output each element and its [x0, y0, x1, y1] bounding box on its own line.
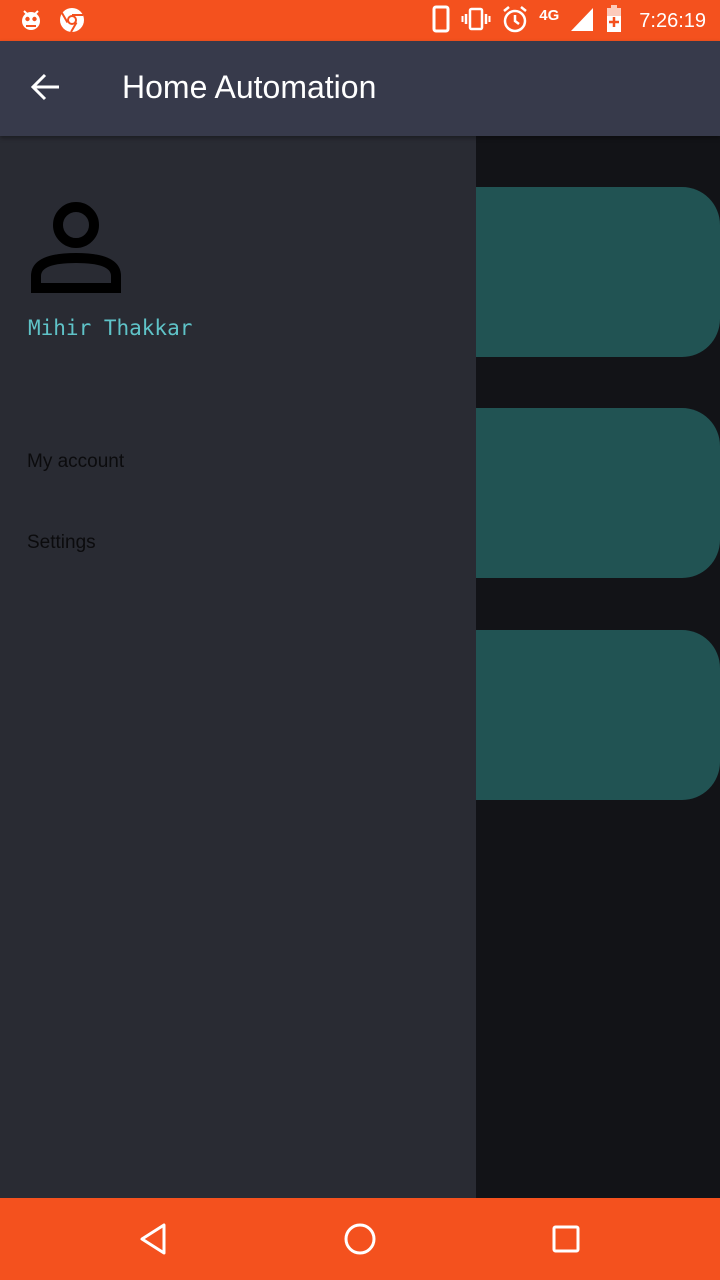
person-icon [28, 198, 126, 294]
drawer-item-label: Settings [27, 532, 96, 553]
status-left-icons [18, 5, 86, 40]
nav-recent-icon [546, 1225, 586, 1263]
nav-home-icon [340, 1223, 380, 1263]
drawer-item-my-account[interactable]: My account [0, 432, 476, 492]
drawer-item-settings[interactable]: Settings [0, 513, 476, 573]
network-type: 4G [539, 7, 560, 24]
back-button[interactable] [26, 67, 66, 107]
battery-charging-icon [605, 4, 623, 39]
app-bar: Home Automation [0, 41, 720, 136]
status-bar: 4G 7:26:19 [0, 0, 720, 41]
nav-back-button[interactable] [134, 1219, 174, 1259]
navigation-drawer: Mihir Thakkar My account Settings [0, 136, 476, 1198]
phone-icon [431, 4, 451, 39]
nav-back-icon [134, 1223, 174, 1263]
signal-icon [569, 5, 595, 38]
nav-home-button[interactable] [340, 1219, 380, 1259]
nav-bar [0, 1198, 720, 1280]
user-name: Mihir Thakkar [28, 316, 193, 340]
arrow-back-icon [26, 73, 66, 111]
page-title: Home Automation [122, 69, 377, 105]
bug-icon [18, 5, 44, 40]
drawer-item-label: My account [27, 451, 125, 472]
alarm-icon [501, 4, 529, 39]
chrome-icon [58, 6, 86, 39]
screen: 4G 7:26:19 Home Automation Mihir Thakkar… [0, 0, 720, 1280]
status-time: 7:26:19 [639, 10, 706, 32]
nav-recent-button[interactable] [546, 1219, 586, 1259]
status-right-icons: 4G 7:26:19 [431, 4, 706, 39]
vibrate-icon [461, 4, 491, 39]
